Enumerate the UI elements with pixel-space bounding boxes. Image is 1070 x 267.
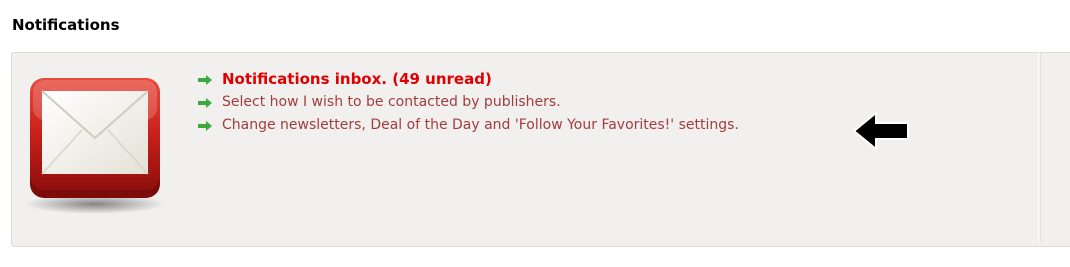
- envelope-icon: [25, 78, 165, 214]
- link-item-newsletters: Change newsletters, Deal of the Day and …: [198, 114, 739, 137]
- panel-divider: [1038, 52, 1039, 242]
- green-arrow-icon: [198, 97, 212, 108]
- black-arrow-left-icon: [852, 110, 909, 152]
- newsletter-settings-link[interactable]: Change newsletters, Deal of the Day and …: [222, 114, 739, 137]
- notification-links: Notifications inbox. (49 unread) Select …: [198, 68, 739, 137]
- link-item-contact-prefs: Select how I wish to be contacted by pub…: [198, 91, 739, 114]
- contact-preferences-link[interactable]: Select how I wish to be contacted by pub…: [222, 91, 561, 114]
- panel-divider-shadow: [1040, 52, 1041, 242]
- green-arrow-icon: [198, 74, 212, 85]
- section-title: Notifications: [12, 16, 120, 34]
- notifications-inbox-link[interactable]: Notifications inbox. (49 unread): [222, 68, 492, 91]
- green-arrow-icon: [198, 120, 212, 131]
- link-item-inbox: Notifications inbox. (49 unread): [198, 68, 739, 91]
